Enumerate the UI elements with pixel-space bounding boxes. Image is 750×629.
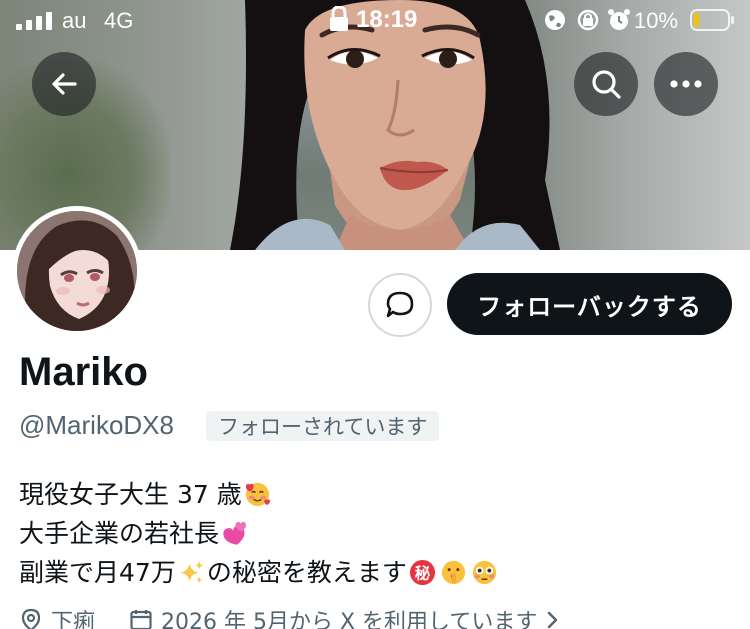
- svg-text:秘: 秘: [415, 563, 431, 582]
- status-icons: [545, 9, 630, 31]
- search-button[interactable]: [574, 52, 638, 116]
- location-text: 下痢: [51, 610, 96, 629]
- joined-item[interactable]: 2026 年 5月から X を利用しています: [129, 604, 559, 629]
- location-item: 下痢: [19, 604, 95, 629]
- profile-banner: au 4G 18:19 10%: [0, 0, 750, 250]
- back-button[interactable]: [32, 52, 96, 116]
- secret-ideograph-icon: 秘: [409, 559, 435, 586]
- avatar-illustration: [17, 211, 137, 331]
- bio-line-2: 大手企業の若社長: [19, 514, 500, 553]
- carrier-label: au: [62, 8, 87, 33]
- message-button[interactable]: [368, 273, 432, 337]
- calendar-icon: [130, 610, 152, 629]
- bio-line-3: 副業で月47万 の秘密を教えます 秘: [19, 553, 500, 592]
- profile-meta: 下痢 2026 年 5月から X を利用しています: [19, 604, 559, 629]
- orientation-lock-icon: [330, 6, 348, 31]
- message-bubble-icon: [386, 291, 414, 318]
- user-handle: @MarikoDX8: [19, 410, 174, 440]
- signal-strength-icon: [16, 12, 52, 30]
- alarm-icon: [608, 9, 630, 30]
- network-type-label: 4G: [104, 8, 134, 33]
- bio-line-1: 現役女子大生 37 歳: [19, 475, 500, 514]
- more-dots-icon: [670, 80, 702, 88]
- lock-rotation-icon: [577, 9, 599, 31]
- more-options-button[interactable]: [654, 52, 718, 116]
- follows-you-badge: フォローされています: [206, 411, 440, 441]
- follow-back-button[interactable]: フォローバックする: [447, 273, 732, 335]
- location-pin-icon: [21, 608, 41, 629]
- search-icon: [592, 70, 621, 99]
- bio-line-3-text-after: の秘密を教えます: [206, 558, 407, 587]
- bio-line-1-text: 現役女子大生 37 歳: [19, 480, 242, 509]
- globe-icon: [545, 10, 565, 30]
- battery-icon: [690, 9, 734, 31]
- status-time: 18:19: [356, 6, 418, 33]
- avatar[interactable]: [12, 206, 142, 336]
- revolving-hearts-icon: [223, 521, 247, 545]
- back-arrow-icon: [52, 73, 77, 95]
- status-bar: au 4G 18:19 10%: [0, 0, 750, 40]
- sparkles-icon: [179, 560, 203, 584]
- bio-line-2-text: 大手企業の若社長: [19, 519, 220, 548]
- battery-percentage: 10%: [634, 8, 679, 33]
- display-name: Mariko: [19, 350, 148, 394]
- chevron-right-icon: [548, 611, 558, 629]
- flushed-face-icon: [472, 560, 496, 585]
- smiling-face-with-hearts-icon: [245, 482, 270, 507]
- joined-text: 2026 年 5月から X を利用しています: [161, 610, 538, 629]
- profile-bio: 現役女子大生 37 歳 大手企業の若社長 副業で月47万 の秘密を教えます 秘: [19, 475, 500, 592]
- shushing-face-icon: [441, 560, 465, 585]
- avatar-image: [17, 211, 137, 331]
- bio-line-3-text-before: 副業で月47万: [19, 558, 176, 587]
